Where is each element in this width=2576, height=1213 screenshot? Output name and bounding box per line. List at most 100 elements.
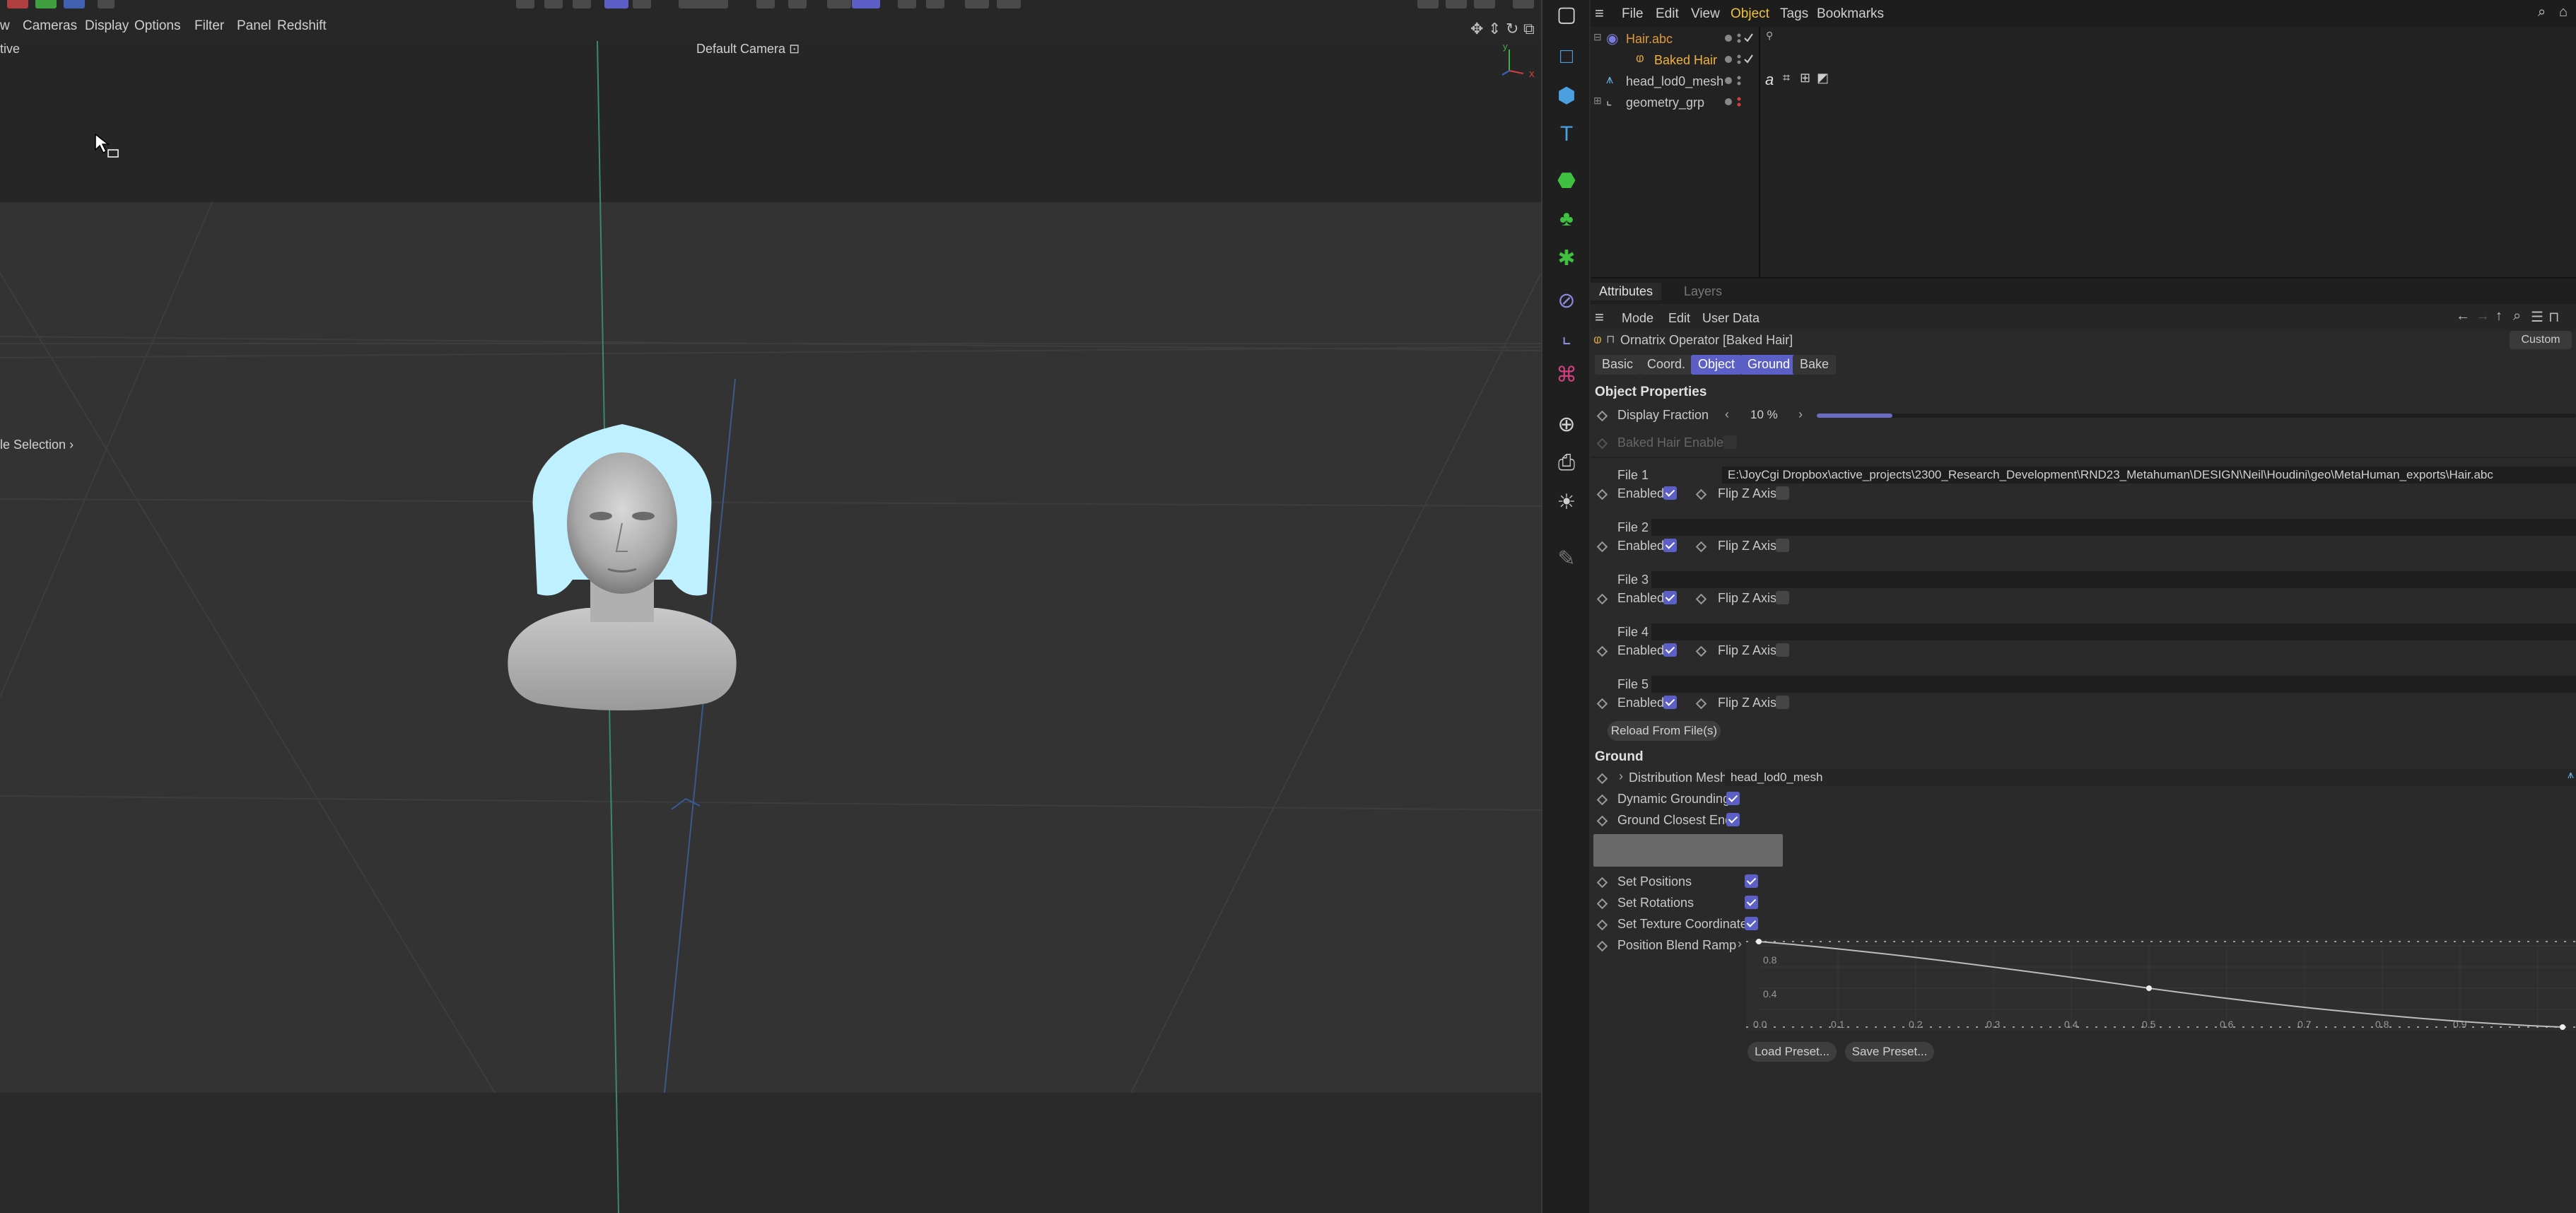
selection-tag-icon[interactable]: ◩ xyxy=(1817,71,1829,86)
keyframe-diamond-icon[interactable] xyxy=(1596,488,1608,500)
attr-menu-mode[interactable]: Mode xyxy=(1622,311,1653,326)
layout-icon-4[interactable] xyxy=(1513,0,1534,8)
selection-label[interactable]: le Selection › xyxy=(0,438,74,452)
cursor-tool-icon[interactable] xyxy=(633,0,651,8)
om-menu-file[interactable]: File xyxy=(1622,6,1644,22)
ground-closest-end-checkbox[interactable] xyxy=(1726,813,1740,826)
keyframe-diamond-icon[interactable] xyxy=(1695,645,1707,657)
enabled-checkbox[interactable] xyxy=(1663,539,1677,552)
workplane-icon[interactable] xyxy=(827,0,851,8)
file-path-input[interactable] xyxy=(1651,519,2576,536)
ramp-knot-mid[interactable] xyxy=(2146,985,2152,991)
set-positions-checkbox[interactable] xyxy=(1745,874,1758,888)
ramp-knot-end[interactable] xyxy=(2560,1024,2565,1030)
square-tool-icon[interactable]: □ xyxy=(1552,42,1581,71)
menu-display[interactable]: Display xyxy=(85,18,129,34)
om-menu-tags[interactable]: Tags xyxy=(1780,6,1808,22)
cube-icon[interactable]: ⬢ xyxy=(1552,81,1581,110)
light-icon[interactable]: ☀ xyxy=(1552,488,1581,516)
display-fraction-slider[interactable] xyxy=(1817,414,2576,418)
record-icon[interactable] xyxy=(898,0,916,8)
scale-tool-icon[interactable] xyxy=(573,0,591,8)
keyframe-diamond-icon[interactable] xyxy=(1596,794,1608,806)
expand-icon[interactable]: ⊞ xyxy=(1593,95,1602,107)
render-icon[interactable] xyxy=(997,0,1021,8)
cloner-icon[interactable]: ♣ xyxy=(1552,205,1581,233)
camera-title[interactable]: Default Camera ⊡ xyxy=(696,42,800,57)
edit-icon[interactable]: ✎ xyxy=(1552,544,1581,573)
search-icon[interactable]: ⌕ xyxy=(2538,4,2546,20)
attr-menu-user-data[interactable]: User Data xyxy=(1702,311,1760,326)
settings-icon[interactable] xyxy=(788,0,807,8)
menu-options[interactable]: Options xyxy=(134,18,180,34)
flip-z-checkbox[interactable] xyxy=(1776,591,1789,604)
menu-view[interactable]: w xyxy=(0,18,10,34)
chevron-right-icon[interactable]: › xyxy=(1738,937,1742,951)
flip-z-checkbox[interactable] xyxy=(1776,696,1789,709)
subtab-coord[interactable]: Coord. xyxy=(1640,355,1693,375)
keyframe-diamond-icon[interactable] xyxy=(1596,877,1608,889)
menu-filter[interactable]: Filter xyxy=(194,18,224,34)
bend-icon[interactable]: ⌞ xyxy=(1552,322,1581,350)
tag-icon[interactable]: ⚲ xyxy=(1766,30,1773,42)
hamburger-menu-icon[interactable]: ≡ xyxy=(1595,4,1604,23)
keyframe-diamond-icon[interactable] xyxy=(1596,773,1608,785)
distribution-mesh-link[interactable]: head_lod0_mesh xyxy=(1725,769,2576,786)
subtab-basic[interactable]: Basic xyxy=(1595,355,1641,375)
enabled-checkbox[interactable] xyxy=(1663,696,1677,709)
ornatrix-tag-icon[interactable]: a xyxy=(1765,71,1774,89)
collapse-icon[interactable]: ⊟ xyxy=(1593,31,1602,43)
subtab-bake[interactable]: Bake xyxy=(1793,355,1837,375)
mograph-icon[interactable]: ⌘ xyxy=(1552,361,1581,389)
orbit-icon[interactable]: ↻ xyxy=(1506,20,1518,38)
render-view-icon[interactable] xyxy=(965,0,989,8)
deformer-icon[interactable]: ⊘ xyxy=(1552,286,1581,315)
display-fraction-value[interactable]: 10 % xyxy=(1750,408,1778,422)
keyframe-diamond-icon[interactable] xyxy=(1596,698,1608,710)
layout-icon-3[interactable] xyxy=(1474,0,1495,8)
keyframe-diamond-icon[interactable] xyxy=(1596,940,1608,952)
keyframe-diamond-icon[interactable] xyxy=(1695,698,1707,710)
gear-generator-icon[interactable]: ✱ xyxy=(1552,244,1581,272)
keyframe-diamond-icon[interactable] xyxy=(1596,593,1608,605)
lock-icon[interactable]: ⊓ xyxy=(1606,332,1615,346)
move-camera-icon[interactable]: ⇕ xyxy=(1488,20,1501,38)
quantize-icon[interactable] xyxy=(852,0,880,8)
layout-icon-1[interactable] xyxy=(1417,0,1439,8)
position-blend-ramp-graph[interactable]: 0.8 0.4 0.0 0.1 0.2 0.3 0.4 0.5 0.6 0.7 … xyxy=(1746,939,2576,1031)
lock-icon[interactable]: ⊓ xyxy=(2548,308,2560,326)
set-texture-coords-checkbox[interactable] xyxy=(1745,917,1758,930)
subtab-object[interactable]: Object xyxy=(1691,355,1743,375)
up-arrow-icon[interactable]: ↑ xyxy=(2495,308,2502,324)
rotate-tool-icon[interactable] xyxy=(544,0,563,8)
attr-menu-edit[interactable]: Edit xyxy=(1668,311,1690,326)
menu-panel[interactable]: Panel xyxy=(237,18,271,34)
flip-z-checkbox[interactable] xyxy=(1776,539,1789,552)
om-menu-view[interactable]: View xyxy=(1691,6,1720,22)
subtab-ground[interactable]: Ground xyxy=(1740,355,1798,375)
red-swatch-icon[interactable] xyxy=(7,0,28,8)
increment-arrow-icon[interactable]: › xyxy=(1798,407,1803,422)
hamburger-menu-icon[interactable]: ≡ xyxy=(1595,308,1604,327)
keyframe-diamond-icon[interactable] xyxy=(1596,410,1608,422)
preset-dropdown[interactable]: Custom xyxy=(2510,331,2572,349)
pan-icon[interactable]: ✥ xyxy=(1470,20,1483,38)
keyframe-diamond-icon[interactable] xyxy=(1596,541,1608,553)
frame-icon[interactable] xyxy=(98,0,115,8)
chevron-right-icon[interactable]: › xyxy=(1619,769,1623,784)
layout-icon-2[interactable] xyxy=(1446,0,1467,8)
text-tool-icon[interactable]: T xyxy=(1552,120,1581,148)
subdivision-icon[interactable]: ⬣ xyxy=(1552,166,1581,194)
keyframe-diamond-icon[interactable] xyxy=(1695,541,1707,553)
flip-z-checkbox[interactable] xyxy=(1776,486,1789,500)
search-icon[interactable]: ⌕ xyxy=(2513,308,2521,324)
snap-icon[interactable] xyxy=(756,0,775,8)
ramp-curve[interactable] xyxy=(1746,939,2576,1031)
load-preset-button[interactable]: Load Preset... xyxy=(1747,1042,1837,1062)
camera-icon[interactable]: ⎙ xyxy=(1552,449,1581,477)
3d-viewport[interactable]: w Cameras Display Options Filter Panel R… xyxy=(0,0,1541,1213)
visibility-toggles[interactable] xyxy=(1721,30,1757,122)
menu-redshift[interactable]: Redshift xyxy=(277,18,327,34)
keyframe-diamond-icon[interactable] xyxy=(1596,645,1608,657)
flip-z-checkbox[interactable] xyxy=(1776,643,1789,657)
